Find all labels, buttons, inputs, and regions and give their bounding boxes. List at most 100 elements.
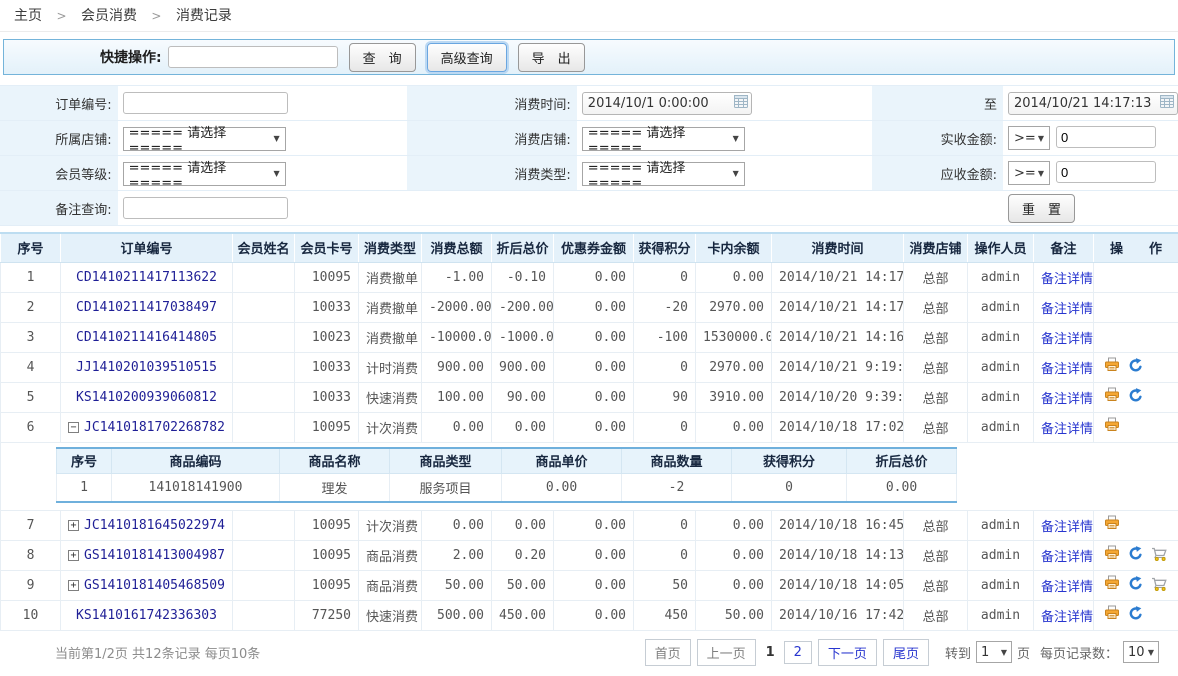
consume-time: 2014/10/21 14:17:11 (772, 262, 904, 292)
remark-detail-link[interactable]: 备注详情 (1041, 610, 1093, 625)
order-number-link[interactable]: GS1410181413004987 (84, 548, 225, 563)
receivable-amount-input[interactable] (1056, 161, 1156, 183)
total-amount: 50.00 (422, 570, 492, 600)
to-label: 至 (872, 86, 1003, 121)
breadcrumb-separator: > (56, 9, 66, 23)
order-number-link[interactable]: GS1410181405468509 (84, 578, 225, 593)
order-number-link[interactable]: KS1410200939060812 (76, 390, 217, 405)
coupon-amount: 0.00 (554, 322, 634, 352)
collapse-icon[interactable]: − (68, 422, 79, 433)
print-icon[interactable] (1104, 357, 1120, 377)
card-number: 77250 (295, 600, 359, 630)
per-page-select[interactable]: 10▼ (1123, 641, 1159, 663)
total-amount: -1.00 (422, 262, 492, 292)
receivable-operator-value: >= (1014, 166, 1036, 181)
order-number-link[interactable]: JC1410181645022974 (84, 518, 225, 533)
receivable-amount-label: 应收金额: (872, 156, 1003, 191)
goto-page-select[interactable]: 1▼ (976, 641, 1012, 663)
order-number-link[interactable]: CD1410211417113622 (76, 270, 217, 285)
calendar-icon[interactable] (734, 95, 748, 112)
member-level-select[interactable]: ===== 请选择 =====▼ (123, 162, 286, 186)
column-header-14: 备注 (1034, 233, 1094, 262)
time-to-input[interactable]: 2014/10/21 14:17:13 (1008, 92, 1178, 115)
consume-store-select[interactable]: ===== 请选择 =====▼ (582, 127, 745, 151)
order-number-link[interactable]: CD1410211416414805 (76, 330, 217, 345)
print-icon[interactable] (1104, 575, 1120, 595)
page-2-button[interactable]: 2 (784, 641, 812, 664)
remark-detail-link[interactable]: 备注详情 (1041, 272, 1093, 287)
expand-icon[interactable]: + (68, 580, 79, 591)
breadcrumb-home[interactable]: 主页 (14, 8, 42, 24)
print-icon[interactable] (1104, 515, 1120, 535)
goto-suffix-label: 页 (1017, 643, 1030, 662)
calendar-icon[interactable] (1160, 95, 1174, 112)
consume-type: 商品消费 (359, 570, 422, 600)
refresh-icon[interactable] (1128, 546, 1143, 565)
last-page-button[interactable]: 尾页 (883, 639, 929, 666)
consume-type-select[interactable]: ===== 请选择 =====▼ (582, 162, 745, 186)
member-name (233, 540, 295, 570)
card-balance: 0.00 (696, 510, 772, 540)
order-cell: + JC1410181645022974 (61, 510, 233, 540)
received-amount-input[interactable] (1056, 126, 1156, 148)
print-icon[interactable] (1104, 387, 1120, 407)
cart-icon[interactable] (1151, 576, 1168, 595)
advanced-query-button[interactable]: 高级查询 (427, 43, 507, 72)
refresh-icon[interactable] (1128, 388, 1143, 407)
next-page-button[interactable]: 下一页 (818, 639, 877, 666)
actions-cell (1094, 540, 1178, 570)
print-icon[interactable] (1104, 417, 1120, 437)
remark-cell: 备注详情 (1034, 412, 1094, 442)
order-no-input[interactable] (123, 92, 288, 114)
expand-icon[interactable]: + (68, 550, 79, 561)
cart-icon[interactable] (1151, 546, 1168, 565)
card-balance: 1530000.00 (696, 322, 772, 352)
remark-detail-link[interactable]: 备注详情 (1041, 362, 1093, 377)
refresh-icon[interactable] (1128, 576, 1143, 595)
coupon-amount: 0.00 (554, 352, 634, 382)
quick-search-input[interactable] (168, 46, 338, 68)
table-row: 1CD141021141711362210095消费撤单-1.00-0.100.… (1, 262, 1178, 292)
coupon-amount: 0.00 (554, 262, 634, 292)
consume-type: 计时消费 (359, 352, 422, 382)
breadcrumb-separator: > (151, 9, 161, 23)
prev-page-button[interactable]: 上一页 (697, 639, 756, 666)
reset-button[interactable]: 重 置 (1008, 194, 1075, 223)
remark-detail-link[interactable]: 备注详情 (1041, 332, 1093, 347)
own-store-select[interactable]: ===== 请选择 =====▼ (123, 127, 286, 151)
remark-query-input[interactable] (123, 197, 288, 219)
order-cell: −JC1410181702268782 (61, 412, 233, 442)
remark-detail-link[interactable]: 备注详情 (1041, 520, 1093, 535)
export-button[interactable]: 导 出 (518, 43, 585, 72)
consume-time: 2014/10/21 9:19:09 (772, 352, 904, 382)
received-operator-select[interactable]: >=▼ (1008, 126, 1050, 150)
order-number-link[interactable]: JC1410181702268782 (84, 420, 225, 435)
order-number-link[interactable]: JJ1410201039510515 (76, 360, 217, 375)
product-subrow: 序号商品编码商品名称商品类型商品单价商品数量获得积分折后总价1141018141… (1, 442, 1178, 510)
product-cell: 0.00 (847, 474, 957, 502)
remark-detail-link[interactable]: 备注详情 (1041, 580, 1093, 595)
remark-detail-link[interactable]: 备注详情 (1041, 392, 1093, 407)
breadcrumb-member-consume[interactable]: 会员消费 (81, 8, 137, 24)
table-row: 3CD141021141641480510023消费撤单-10000.00-10… (1, 322, 1178, 352)
remark-cell: 备注详情 (1034, 352, 1094, 382)
refresh-icon[interactable] (1128, 358, 1143, 377)
product-subrow-cell: 序号商品编码商品名称商品类型商品单价商品数量获得积分折后总价1141018141… (1, 442, 1178, 510)
query-button[interactable]: 查 询 (349, 43, 416, 72)
expand-icon[interactable]: + (68, 520, 79, 531)
print-icon[interactable] (1104, 545, 1120, 565)
order-number-link[interactable]: KS1410161742336303 (76, 608, 217, 623)
remark-detail-link[interactable]: 备注详情 (1041, 550, 1093, 565)
order-number-link[interactable]: CD1410211417038497 (76, 300, 217, 315)
receivable-operator-select[interactable]: >=▼ (1008, 161, 1050, 185)
time-from-input[interactable]: 2014/10/1 0:00:00 (582, 92, 752, 115)
first-page-button[interactable]: 首页 (645, 639, 691, 666)
remark-detail-link[interactable]: 备注详情 (1041, 422, 1093, 437)
total-amount: 900.00 (422, 352, 492, 382)
consume-store: 总部 (904, 510, 968, 540)
print-icon[interactable] (1104, 605, 1120, 625)
coupon-amount: 0.00 (554, 382, 634, 412)
refresh-icon[interactable] (1128, 606, 1143, 625)
remark-detail-link[interactable]: 备注详情 (1041, 302, 1093, 317)
consume-type: 商品消费 (359, 540, 422, 570)
